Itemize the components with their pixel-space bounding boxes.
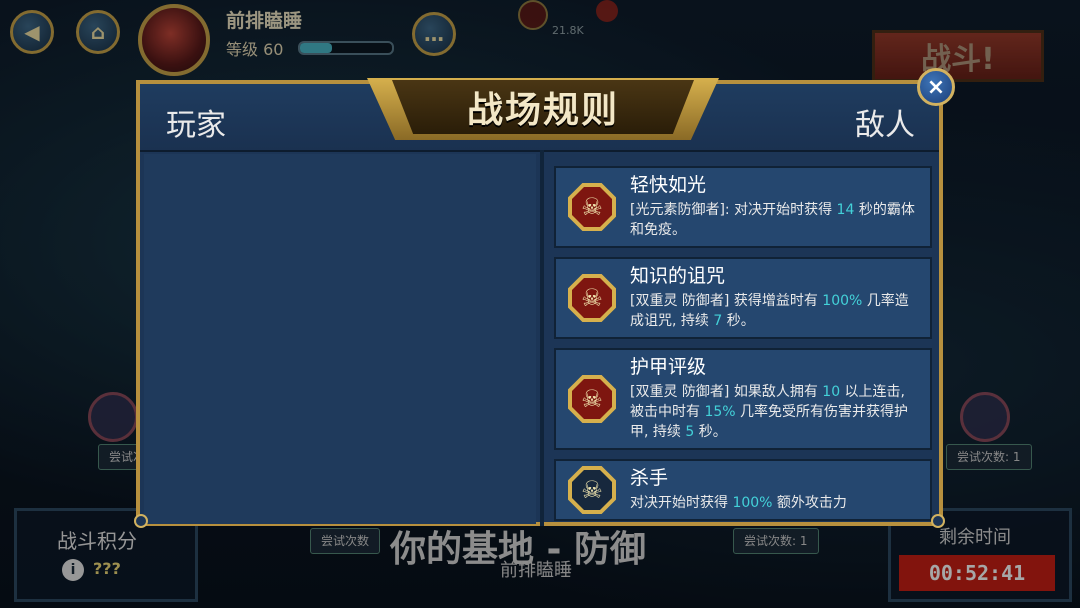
column-divider bbox=[540, 150, 544, 526]
modal-title: 战场规则 bbox=[466, 90, 619, 131]
rule-value: 100% bbox=[822, 293, 863, 309]
rule-text: 额外攻击力 bbox=[772, 495, 847, 511]
rule-text: 秒。 bbox=[694, 424, 727, 440]
rule-value: 100% bbox=[732, 495, 773, 511]
rule-card[interactable]: ☠ 轻快如光 [光元素防御者]: 对决开始时获得 14 秒的霸体和免疫。 bbox=[554, 166, 932, 248]
rule-title: 轻快如光 bbox=[630, 174, 707, 196]
rule-title: 知识的诅咒 bbox=[630, 265, 726, 287]
skull-glyph: ☠ bbox=[572, 470, 612, 510]
rule-value: 15% bbox=[704, 404, 736, 420]
rule-text: [光元素防御者]: 对决开始时获得 bbox=[630, 202, 837, 218]
rule-value: 5 bbox=[685, 424, 695, 440]
rule-value: 10 bbox=[822, 384, 841, 400]
corner-ornament bbox=[134, 514, 148, 528]
skull-icon: ☠ bbox=[568, 466, 616, 514]
rule-description: [双重灵 防御者] 获得增益时有 100% 几率造成诅咒, 持续 7 秒。 bbox=[630, 291, 922, 331]
rule-card[interactable]: ☠ 知识的诅咒 [双重灵 防御者] 获得增益时有 100% 几率造成诅咒, 持续 7… bbox=[554, 257, 932, 339]
skull-glyph: ☠ bbox=[572, 278, 612, 318]
battlefield-rules-modal: 玩家 敌人 战场规则 ☠ 轻快如光 [光元素防御者]: 对决开始时获得 14 秒的霸… bbox=[134, 78, 945, 528]
rule-description: 对决开始时获得 100% 额外攻击力 bbox=[630, 493, 922, 513]
skull-glyph: ☠ bbox=[572, 187, 612, 227]
skull-glyph: ☠ bbox=[572, 379, 612, 419]
player-rules-pane bbox=[144, 154, 536, 524]
skull-icon: ☠ bbox=[568, 183, 616, 231]
rule-text: [双重灵 防御者] 如果敌人拥有 bbox=[630, 384, 823, 400]
rule-card[interactable]: ☠ 护甲评级 [双重灵 防御者] 如果敌人拥有 10 以上连击, 被击中时有 15%… bbox=[554, 348, 932, 450]
rule-card[interactable]: ☠ 杀手对决开始时获得 100% 额外攻击力 bbox=[554, 459, 932, 521]
skull-icon: ☠ bbox=[568, 274, 616, 322]
rule-description: [光元素防御者]: 对决开始时获得 14 秒的霸体和免疫。 bbox=[630, 200, 922, 240]
rule-text: 秒。 bbox=[722, 313, 755, 329]
rule-title: 护甲评级 bbox=[630, 356, 707, 378]
rule-value: 14 bbox=[836, 202, 855, 218]
corner-ornament bbox=[931, 514, 945, 528]
enemy-rules-list[interactable]: ☠ 轻快如光 [光元素防御者]: 对决开始时获得 14 秒的霸体和免疫。 ☠ 知识的诅咒… bbox=[554, 166, 934, 524]
rule-title: 杀手 bbox=[630, 467, 669, 489]
rule-description: [双重灵 防御者] 如果敌人拥有 10 以上连击, 被击中时有 15% 几率免受… bbox=[630, 382, 922, 442]
rule-text: 对决开始时获得 bbox=[630, 495, 733, 511]
rule-text: [双重灵 防御者] 获得增益时有 bbox=[630, 293, 823, 309]
rule-value: 7 bbox=[713, 313, 723, 329]
close-button[interactable]: × bbox=[917, 68, 955, 106]
skull-icon: ☠ bbox=[568, 375, 616, 423]
title-plate-inner: 战场规则 bbox=[392, 80, 694, 134]
close-icon: × bbox=[926, 74, 946, 100]
player-column-header: 玩家 bbox=[166, 108, 226, 143]
enemy-column-header: 敌人 bbox=[855, 108, 915, 143]
